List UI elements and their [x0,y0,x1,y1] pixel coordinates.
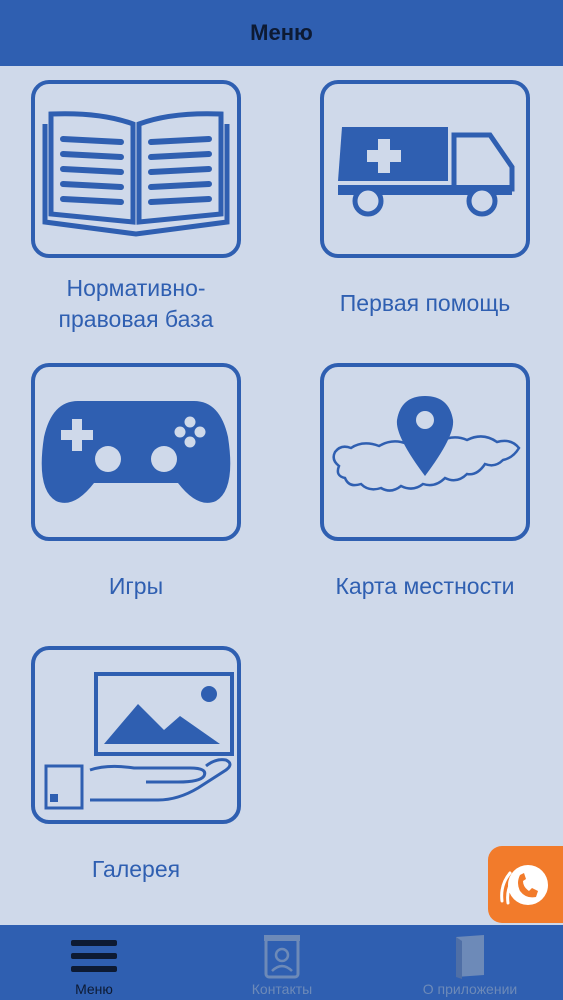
menu-label-games[interactable]: Игры [21,571,251,602]
menu-tile-legal-base[interactable] [31,80,241,258]
map-pin-icon [332,396,521,492]
top-bar: Меню [0,0,563,66]
menu-tile-gallery[interactable] [31,646,241,824]
tab-about[interactable]: О приложении [400,925,540,1000]
gallery-hand-icon [44,672,234,810]
call-button[interactable] [488,846,563,923]
menu-label-gallery[interactable]: Галерея [21,854,251,885]
tab-about-label: О приложении [422,981,518,997]
phone-call-icon [499,864,548,905]
ambulance-icon [338,127,515,217]
tab-contacts[interactable]: Контакты [232,925,332,1000]
hamburger-icon [71,940,117,972]
book-icon [42,111,230,237]
page-title: Меню [250,20,313,45]
info-book-icon [456,935,484,979]
bottom-tab-bar: Меню Контакты О приложении [0,925,563,1000]
menu-label-map[interactable]: Карта местности [310,571,540,602]
menu-label-first-aid[interactable]: Первая помощь [310,288,540,319]
tab-menu[interactable]: Меню [52,925,136,1000]
menu-label-legal-base[interactable]: Нормативно- правовая база [21,273,251,335]
menu-tile-games[interactable] [31,363,241,541]
menu-tile-first-aid[interactable] [320,80,530,258]
tab-menu-label: Меню [75,981,113,997]
gamepad-icon [41,401,231,503]
tab-contacts-label: Контакты [251,981,313,997]
menu-tile-map[interactable] [320,363,530,541]
contact-card-icon [264,935,300,979]
